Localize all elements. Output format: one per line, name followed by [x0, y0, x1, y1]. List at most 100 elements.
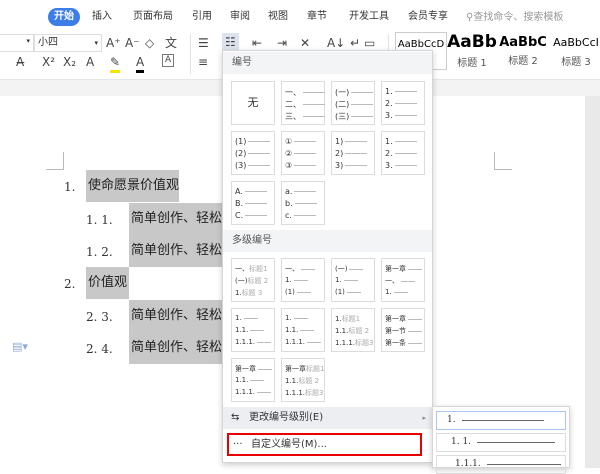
numbering-option[interactable]: 一、 二、 三、 [281, 81, 325, 125]
numbering-row: 一、 [285, 87, 325, 98]
numbered-list-icon[interactable]: ☷ [222, 33, 239, 51]
level-number: (1) [335, 288, 345, 296]
multilevel-option[interactable]: 第一章 标题1 1.1. 标题 2 1.1.1. 标题3 [281, 358, 325, 402]
numbering-option[interactable]: 1) 2) 3) [331, 131, 375, 175]
placeholder-line [294, 141, 317, 142]
style-heading-1[interactable]: AaBb 标题 1 [447, 32, 497, 69]
subscript-icon[interactable]: X₂ [63, 54, 76, 70]
list-number: 1. 2. [86, 245, 113, 259]
list-item[interactable]: 简单创作、轻松表简单创作、轻松表 [129, 300, 224, 364]
tab-member[interactable]: 会员专享 [402, 8, 454, 26]
superscript-icon[interactable]: X² [42, 54, 55, 70]
command-search[interactable]: ⚲查找命令、搜索模板 [466, 8, 563, 23]
numbering-row: (三) [335, 111, 374, 122]
increase-indent-icon[interactable]: ⇥ [277, 35, 287, 51]
level-number: 一、 [385, 277, 399, 285]
sort-icon[interactable]: A↓ [327, 35, 345, 51]
level-number: 第一章 [385, 315, 406, 323]
show-marks-icon[interactable]: ↵ [350, 35, 360, 51]
numbering-none[interactable]: 无 [231, 81, 275, 125]
list-text: 简单创作、轻松表 [131, 243, 224, 258]
multilevel-option[interactable]: 第一章 一、 1. [381, 258, 425, 302]
multilevel-option[interactable]: 第一章 第一节 第一条 [381, 308, 425, 352]
multilevel-option[interactable]: (一) 1. (1) [331, 258, 375, 302]
grow-font-icon[interactable]: A⁺ [106, 35, 121, 51]
tab-insert[interactable]: 插入 [86, 8, 118, 26]
level-number: 第一条 [385, 339, 406, 347]
numbering-option[interactable]: 1. 2. 3. [381, 131, 425, 175]
multilevel-option[interactable]: 1. 标题1 1.1. 标题 2 1.1.1. 标题3 [331, 308, 375, 352]
clear-format-icon[interactable]: ◇ [145, 35, 154, 51]
placeholder-line [303, 116, 325, 117]
tab-chapter[interactable]: 章节 [301, 8, 333, 26]
numbering-row: a. [285, 187, 317, 196]
level-3-option[interactable]: 1.1.1. [436, 455, 566, 474]
multilevel-row: (1) [335, 288, 361, 296]
placeholder-line [394, 141, 417, 142]
align-left-icon[interactable]: ≡ [198, 54, 208, 70]
level-number: 1.1.1. [235, 338, 256, 346]
bullet-list-icon[interactable]: ☰ [198, 35, 209, 51]
placeholder-line [293, 215, 316, 216]
chinese-layout-icon[interactable]: ✕ [300, 35, 310, 51]
level-1-option[interactable]: 1. [436, 411, 566, 430]
numbering-label: ③ [285, 161, 293, 170]
placeholder-line [248, 141, 271, 142]
text-effect-icon[interactable]: A [86, 54, 94, 70]
numbering-row: (二) [335, 99, 374, 110]
tab-references[interactable]: 引用 [186, 8, 218, 26]
shrink-font-icon[interactable]: A⁻ [125, 35, 140, 51]
placeholder-line [245, 203, 268, 204]
numbering-label: ① [285, 137, 293, 146]
tab-home[interactable]: 开始 [48, 8, 80, 26]
level-number: 1.1.1. [285, 338, 306, 346]
multilevel-option[interactable]: 1. 1.1. 1.1.1. [281, 308, 325, 352]
level-2-option[interactable]: 1. 1. [436, 433, 566, 452]
font-size-select[interactable]: 小四 ▾ [34, 34, 102, 52]
tab-view[interactable]: 视图 [262, 8, 294, 26]
decrease-indent-icon[interactable]: ⇤ [252, 35, 262, 51]
list-item[interactable]: 价值观 [86, 267, 129, 299]
multilevel-row: 1. [385, 288, 408, 296]
tab-page-layout[interactable]: 页面布局 [127, 8, 179, 26]
heading-label: 标题 2 [348, 327, 370, 335]
numbering-row: 1. [385, 137, 417, 146]
level-number: 1. [285, 276, 292, 284]
multilevel-option[interactable]: 第一章 1.1. 1.1.1. [231, 358, 275, 402]
multilevel-row: 1.1. [235, 326, 265, 334]
numbering-option[interactable]: A. B. C. [231, 181, 275, 225]
paste-options-icon[interactable]: ▤▾ [12, 340, 28, 353]
numbering-row: ③ [285, 161, 317, 170]
heading-label: 标题 2 [247, 277, 269, 285]
multilevel-option[interactable]: 一、 1. (1) [281, 258, 325, 302]
style-heading-2[interactable]: AaBbC 标题 2 [497, 32, 549, 67]
level-number: 1. [385, 288, 392, 296]
multilevel-option[interactable]: 1. 1.1. 1.1.1. [231, 308, 275, 352]
table-icon[interactable]: ▭ [364, 35, 375, 51]
highlight-icon[interactable]: ✎ [110, 54, 121, 73]
tab-review[interactable]: 审阅 [224, 8, 256, 26]
numbering-label: (2) [235, 149, 247, 158]
change-level-item[interactable]: ⇆ 更改编号级别(E) ▸ [223, 407, 432, 429]
numbering-option[interactable]: 1. 2. 3. [381, 81, 425, 125]
font-color-icon[interactable]: A [136, 54, 145, 73]
char-border-icon[interactable]: A [162, 54, 175, 67]
multilevel-row: 一、 [285, 264, 315, 274]
style-heading-3[interactable]: AaBbCcI 标题 3 [549, 32, 600, 68]
placeholder-line [293, 279, 308, 281]
font-name-select[interactable]: ▾ [0, 34, 34, 52]
numbering-option[interactable]: a. b. c. [281, 181, 325, 225]
numbering-row: B. [235, 199, 268, 208]
custom-numbering-item[interactable]: ··· 自定义编号(M)... [227, 433, 422, 456]
phonetic-icon[interactable]: 文 [165, 35, 177, 51]
numbering-option[interactable]: ① ② ③ [281, 131, 325, 175]
strikethrough-icon[interactable]: A̶ [16, 54, 24, 70]
list-item[interactable]: 使命愿景价值观 [86, 170, 179, 202]
numbering-option[interactable]: (一) (二) (三) [331, 81, 375, 125]
tab-developer[interactable]: 开发工具 [343, 8, 395, 26]
list-item[interactable]: 简单创作、轻松表简单创作、轻松表 [129, 203, 224, 267]
change-level-label: 更改编号级别(E) [249, 412, 324, 423]
heading-label: 标题3 [305, 389, 324, 397]
numbering-option[interactable]: (1) (2) (3) [231, 131, 275, 175]
multilevel-option[interactable]: 一、 标题1 (一) 标题 2 1. 标题 3 [231, 258, 275, 302]
